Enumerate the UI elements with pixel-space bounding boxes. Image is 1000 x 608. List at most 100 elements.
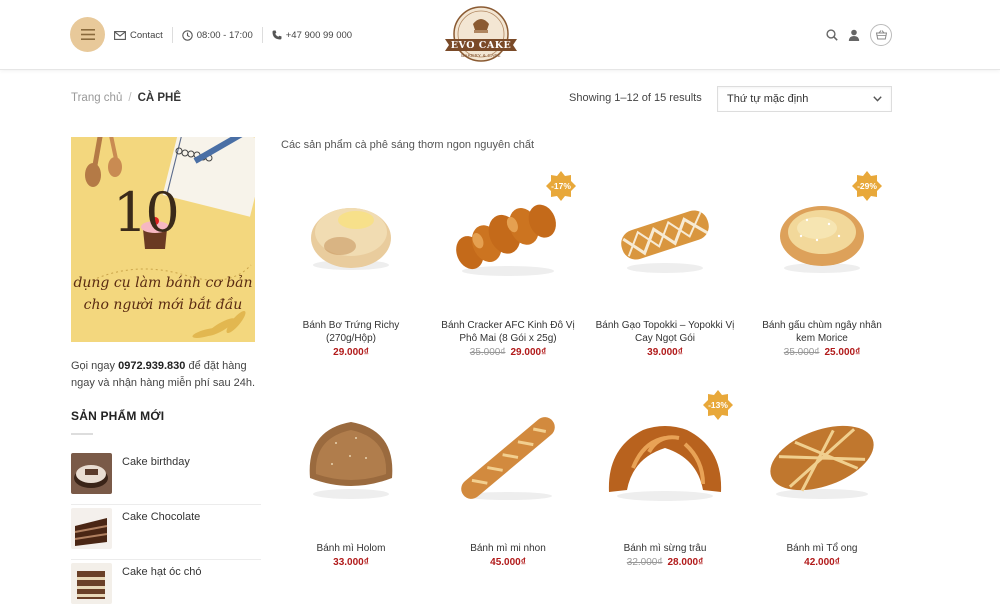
product-price: 32.000₫ 28.000₫ — [595, 557, 735, 568]
product-title[interactable]: Bánh Cracker AFC Kinh Đô Vị Phô Mai (8 G… — [438, 319, 578, 345]
product-thumbnail — [71, 563, 112, 604]
current-price: 39.000₫ — [647, 347, 683, 358]
promo-banner[interactable]: 10 dụng cụ làm bánh cơ bản cho người mới… — [71, 137, 255, 342]
product-title[interactable]: Bánh mì mi nhon — [438, 542, 578, 555]
product-image[interactable] — [281, 165, 421, 305]
product-title[interactable]: Bánh Gạo Topokki – Yopokki Vị Cay Ngọt G… — [595, 319, 735, 345]
breadcrumb-separator: / — [128, 92, 132, 104]
call-phone[interactable]: 0972.939.830 — [118, 360, 185, 372]
product-price: 39.000₫ — [595, 347, 735, 358]
sort-selected-value: Thứ tự mặc định — [727, 93, 809, 105]
product-image[interactable] — [281, 388, 421, 528]
list-item[interactable]: Cake hạt óc chó — [71, 560, 261, 608]
badge-text: -13% — [708, 400, 728, 410]
product-thumbnail — [71, 453, 112, 494]
discount-badge: -29% — [852, 171, 882, 201]
promo-number: 10 — [113, 181, 180, 244]
product-card[interactable]: -13% Bánh mì sừng trâu 32.000₫ 28.000₫ — [595, 388, 735, 568]
product-thumbnail — [71, 508, 112, 549]
current-price: 45.000₫ — [490, 557, 526, 568]
product-image[interactable] — [595, 165, 735, 305]
breadcrumb-current: CÀ PHÊ — [137, 92, 182, 104]
product-card[interactable]: Bánh mì Holom 33.000₫ — [281, 388, 421, 568]
old-price: 35.000₫ — [783, 347, 820, 358]
product-price: 35.000₫ 29.000₫ — [438, 347, 578, 358]
product-title[interactable]: Bánh mì sừng trâu — [595, 542, 735, 555]
list-item-name[interactable]: Cake Chocolate — [122, 511, 200, 523]
site-header: Contact 08:00 - 17:00 +47 900 99 000 EVO… — [0, 0, 1000, 70]
call-prefix: Gọi ngay — [71, 360, 119, 372]
list-item[interactable]: Cake birthday — [71, 450, 261, 505]
list-item[interactable]: Cake Chocolate — [71, 505, 261, 560]
divider — [261, 27, 263, 43]
product-title[interactable]: Bánh gấu chùm ngây nhân kem Morice — [752, 319, 892, 345]
product-price: 35.000₫ 25.000₫ — [752, 347, 892, 358]
clock-icon — [182, 29, 193, 41]
new-products-list: Cake birthday Cake Chocolate Cake hạt óc… — [71, 450, 261, 608]
product-price: 42.000₫ — [752, 557, 892, 568]
divider — [171, 27, 173, 43]
product-image[interactable] — [752, 388, 892, 528]
current-price: 29.000₫ — [510, 347, 547, 358]
heading-underline — [71, 433, 93, 435]
basket-icon — [875, 30, 887, 40]
product-card[interactable]: Bánh mì mi nhon 45.000₫ — [438, 388, 578, 568]
product-image[interactable]: -29% — [752, 165, 892, 305]
envelope-icon — [114, 30, 126, 40]
logo-text: EVO CAKE — [450, 40, 512, 51]
badge-text: -17% — [551, 181, 571, 191]
results-count: Showing 1–12 of 15 results — [569, 92, 702, 104]
product-price: 33.000₫ — [281, 557, 421, 568]
current-price: 33.000₫ — [333, 557, 369, 568]
phone-link[interactable]: +47 900 99 000 — [272, 30, 352, 41]
discount-badge: -13% — [703, 390, 733, 420]
logo-tagline: BAKERY & CAFE — [461, 53, 501, 58]
current-price: 25.000₫ — [824, 347, 861, 358]
product-card[interactable]: Bánh mì Tổ ong 42.000₫ — [752, 388, 892, 568]
contact-link[interactable]: Contact — [114, 30, 163, 41]
badge-text: -29% — [857, 181, 877, 191]
user-icon[interactable] — [848, 29, 860, 41]
product-card[interactable]: Bánh Gạo Topokki – Yopokki Vị Cay Ngọt G… — [595, 165, 735, 358]
cart-button[interactable] — [870, 24, 892, 46]
product-image[interactable] — [438, 388, 578, 528]
breadcrumb-home-link[interactable]: Trang chủ — [71, 92, 122, 104]
current-price: 42.000₫ — [804, 557, 840, 568]
hamburger-menu-button[interactable] — [70, 17, 105, 52]
product-price: 29.000₫ — [281, 347, 421, 358]
sort-dropdown[interactable]: Thứ tự mặc định — [717, 86, 892, 112]
list-item-name[interactable]: Cake hạt óc chó — [122, 566, 202, 578]
old-price: 32.000₫ — [626, 557, 663, 568]
new-products-heading: SẢN PHẨM MỚI — [71, 409, 165, 423]
discount-badge: -17% — [546, 171, 576, 201]
product-card[interactable]: Bánh Bơ Trứng Richy (270g/Hộp) 29.000₫ — [281, 165, 421, 358]
promo-line-2: cho người mới bắt đầu — [83, 297, 243, 313]
product-title[interactable]: Bánh mì Tổ ong — [752, 542, 892, 555]
old-price: 35.000₫ — [469, 347, 506, 358]
contact-label: Contact — [130, 29, 163, 41]
product-card[interactable]: -17% Bánh Cracker AFC Kinh Đô Vị Phô Mai… — [438, 165, 578, 358]
order-call-text: Gọi ngay 0972.939.830 để đặt hàng ngay v… — [71, 358, 261, 392]
phone-text: +47 900 99 000 — [285, 29, 353, 41]
breadcrumb: Trang chủ / CÀ PHÊ — [71, 92, 181, 104]
contact-bar: Contact 08:00 - 17:00 +47 900 99 000 — [114, 27, 352, 43]
hamburger-icon — [80, 29, 95, 40]
hours-text: 08:00 - 17:00 — [196, 29, 253, 41]
opening-hours: 08:00 - 17:00 — [182, 30, 253, 41]
search-icon[interactable] — [826, 29, 838, 41]
site-logo[interactable]: EVO CAKE BAKERY & CAFE — [440, 6, 522, 64]
chevron-down-icon — [873, 96, 882, 102]
phone-icon — [272, 30, 282, 40]
header-actions — [826, 24, 892, 46]
product-image[interactable]: -13% — [595, 388, 735, 528]
current-price: 28.000₫ — [667, 557, 704, 568]
list-item-name[interactable]: Cake birthday — [122, 456, 190, 468]
product-card[interactable]: -29% Bánh gấu chùm ngây nhân kem Morice … — [752, 165, 892, 358]
promo-line-1: dụng cụ làm bánh cơ bản — [73, 275, 253, 291]
product-price: 45.000₫ — [438, 557, 578, 568]
category-description: Các sản phẩm cà phê sáng thơm ngon nguyê… — [281, 139, 535, 151]
product-image[interactable]: -17% — [438, 165, 578, 305]
product-title[interactable]: Bánh mì Holom — [281, 542, 421, 555]
product-title[interactable]: Bánh Bơ Trứng Richy (270g/Hộp) — [281, 319, 421, 345]
current-price: 29.000₫ — [333, 347, 369, 358]
